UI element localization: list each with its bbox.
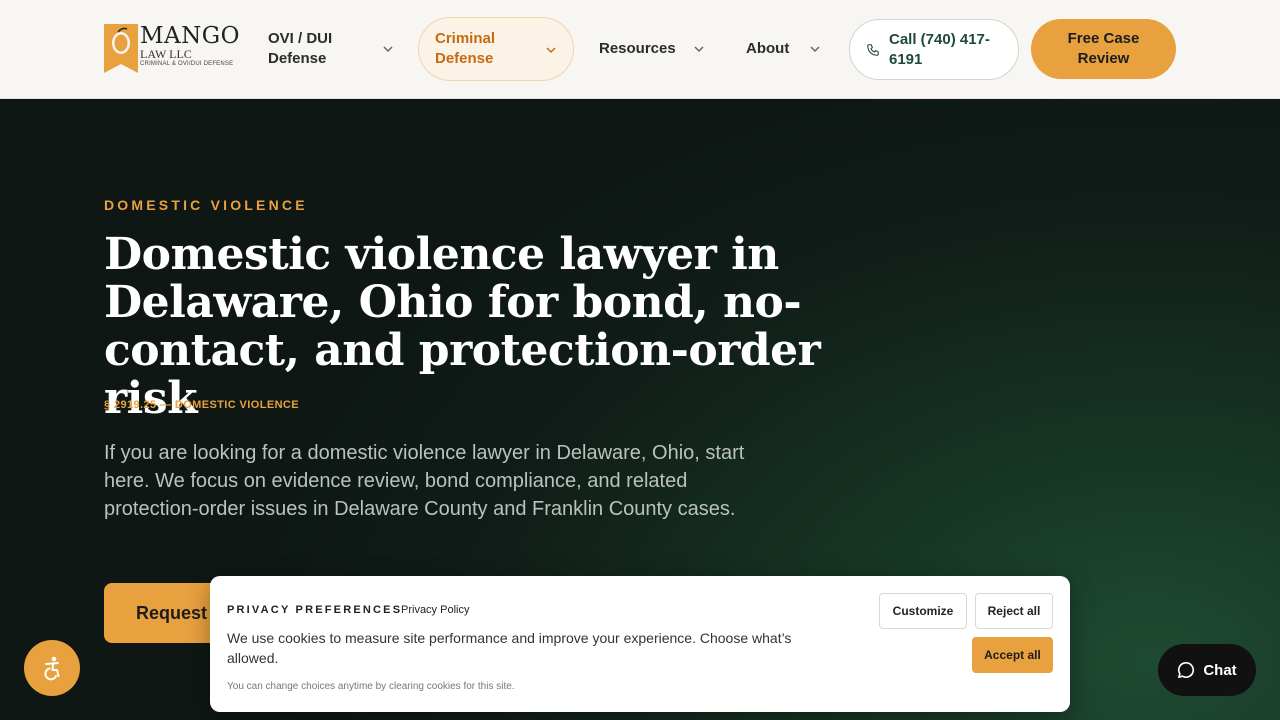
- hero-eyebrow: DOMESTIC VIOLENCE: [104, 197, 308, 213]
- logo-sub: LAW LLC: [140, 47, 192, 61]
- page-title: Domestic violence lawyer in Delaware, Oh…: [104, 229, 821, 424]
- chat-button[interactable]: Chat: [1158, 644, 1256, 696]
- nav-label: Resources: [599, 40, 676, 57]
- customize-button[interactable]: Customize: [879, 593, 967, 629]
- logo[interactable]: MANGO LAW LLC CRIMINAL & OVI/DUI DEFENSE: [104, 24, 244, 74]
- site-header: MANGO LAW LLC CRIMINAL & OVI/DUI DEFENSE…: [0, 0, 1280, 99]
- accept-all-button[interactable]: Accept all: [972, 637, 1053, 673]
- cookie-body: We use cookies to measure site performan…: [227, 630, 792, 666]
- reject-all-button[interactable]: Reject all: [975, 593, 1053, 629]
- chevron-down-icon: [383, 46, 393, 53]
- nav-label: About: [746, 40, 790, 57]
- mango-logo-icon: [104, 24, 138, 73]
- chevron-down-icon: [694, 46, 704, 53]
- free-case-review-button[interactable]: Free Case Review: [1031, 19, 1176, 79]
- statute-label: § 2919.25 — DOMESTIC VIOLENCE: [104, 399, 299, 411]
- nav-about[interactable]: About: [746, 17, 826, 81]
- cookie-title: PRIVACY PREFERENCES: [227, 604, 403, 616]
- cookie-note: You can change choices anytime by cleari…: [227, 681, 515, 692]
- logo-tagline: CRIMINAL & OVI/DUI DEFENSE: [140, 61, 234, 67]
- nav-label: OVI / DUI Defense: [268, 30, 333, 67]
- hero-lead: If you are looking for a domestic violen…: [104, 442, 745, 520]
- privacy-policy-link[interactable]: Privacy Policy: [401, 604, 469, 616]
- nav-ovi-dui-defense[interactable]: OVI / DUI Defense: [268, 17, 400, 81]
- chat-label: Chat: [1203, 661, 1237, 679]
- accessibility-icon: [44, 656, 60, 681]
- logo-name: MANGO: [140, 23, 241, 49]
- chevron-down-icon: [546, 47, 556, 54]
- call-button[interactable]: Call (740) 417-6191: [849, 19, 1019, 80]
- chevron-down-icon: [810, 46, 820, 53]
- nav-resources[interactable]: Resources: [599, 17, 711, 81]
- nav-criminal-defense[interactable]: Criminal Defense: [418, 17, 574, 81]
- phone-icon: [867, 43, 879, 56]
- cookie-banner: PRIVACY PREFERENCES Privacy Policy We us…: [210, 576, 1070, 712]
- accessibility-button[interactable]: [24, 640, 80, 696]
- nav-label: Criminal Defense: [435, 30, 496, 67]
- call-label: Call (740) 417-6191: [889, 30, 990, 68]
- chat-bubble-icon: [1178, 661, 1195, 679]
